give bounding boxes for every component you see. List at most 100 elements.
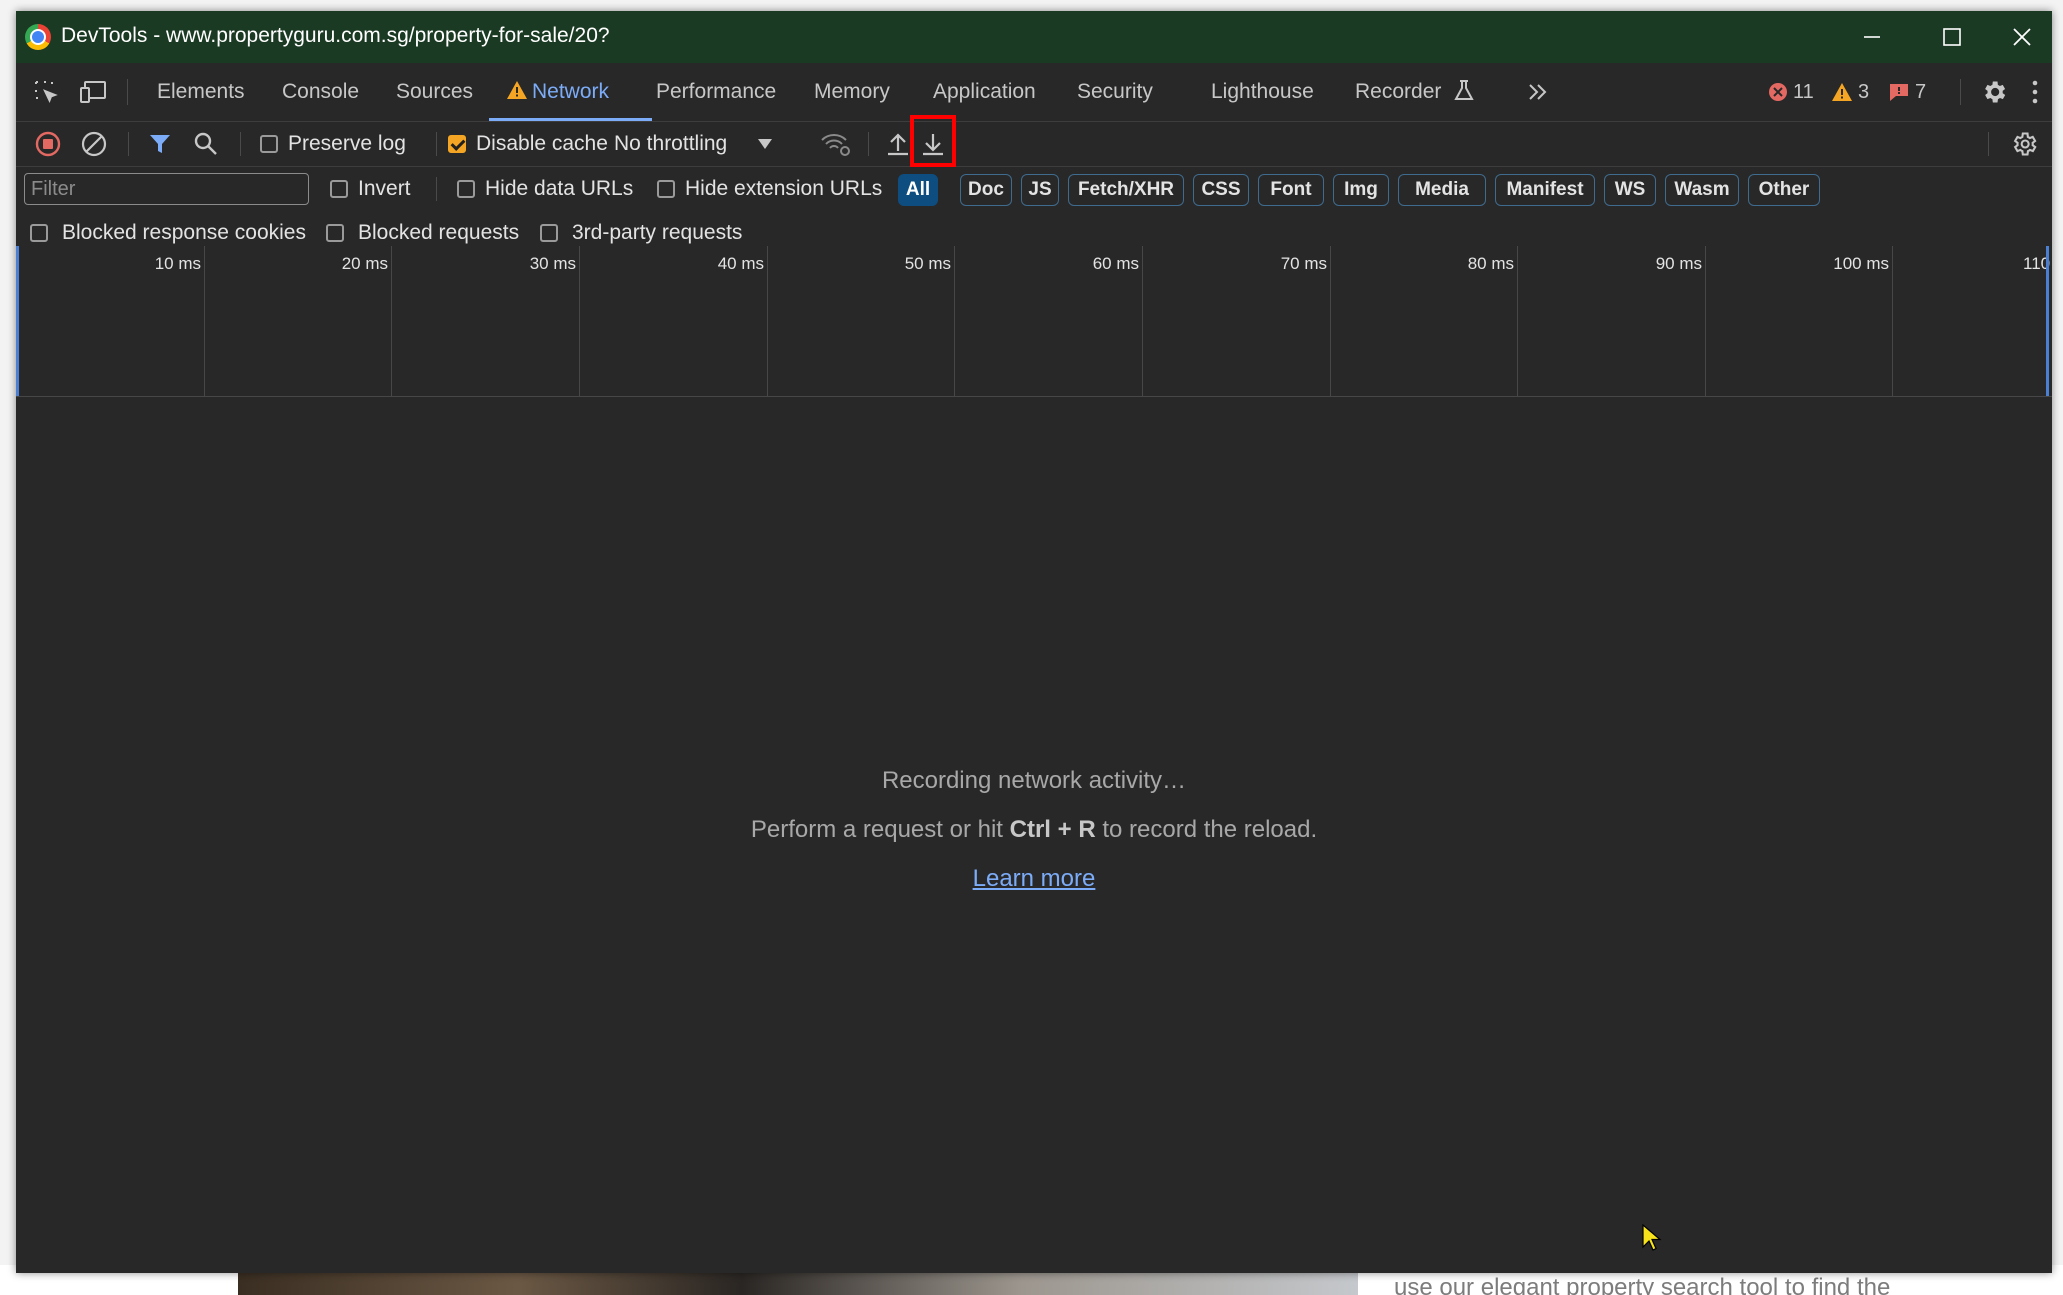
title-bar: DevTools - www.propertyguru.com.sg/prope… — [16, 11, 2052, 63]
settings-button[interactable] — [1972, 63, 2016, 121]
tick-label: 10 ms — [154, 254, 201, 273]
error-counter[interactable]: 11 — [1768, 63, 1814, 121]
timeline-tick: 100 ms — [1705, 246, 1893, 396]
type-filter-wasm[interactable]: Wasm — [1665, 174, 1739, 206]
tick-label: 50 ms — [904, 254, 951, 273]
timeline-tick: 30 ms — [391, 246, 580, 396]
highlight-box — [910, 115, 956, 167]
reload-shortcut: Ctrl + R — [1009, 816, 1096, 843]
disable-cache-checkbox[interactable] — [448, 135, 466, 153]
invert-toggle[interactable]: Invert — [330, 167, 411, 211]
gear-icon — [2013, 132, 2037, 156]
minimize-button[interactable] — [1832, 11, 1912, 63]
hide-data-urls-label: Hide data URLs — [485, 177, 634, 200]
issues-counter[interactable]: 7 — [1888, 63, 1926, 121]
reload-hint: Perform a request or hit Ctrl + R to rec… — [16, 816, 2052, 844]
blocked-requests-checkbox[interactable] — [326, 224, 344, 242]
tab-console[interactable]: Console — [282, 63, 359, 121]
double-chevron-right-icon — [1529, 84, 1547, 100]
hide-data-urls-checkbox[interactable] — [457, 180, 475, 198]
invert-checkbox[interactable] — [330, 180, 348, 198]
timeline-tick: 50 ms — [767, 246, 955, 396]
timeline-tick: 20 ms — [204, 246, 392, 396]
network-settings-button[interactable] — [2002, 122, 2046, 166]
device-toolbar-button[interactable] — [72, 63, 116, 121]
tab-recorder[interactable]: Recorder — [1355, 63, 1475, 121]
toolbar-separator — [1988, 132, 1989, 156]
tab-elements[interactable]: Elements — [157, 63, 245, 121]
type-filter-media[interactable]: Media — [1398, 174, 1486, 206]
tab-security[interactable]: Security — [1077, 63, 1153, 121]
hide-data-urls-toggle[interactable]: Hide data URLs — [457, 167, 633, 211]
type-filter-css[interactable]: CSS — [1193, 174, 1249, 206]
minimize-icon — [1864, 36, 1880, 38]
learn-more-link[interactable]: Learn more — [973, 865, 1096, 892]
type-filter-manifest[interactable]: Manifest — [1495, 174, 1595, 206]
more-tabs-button[interactable] — [1516, 63, 1560, 121]
hide-extension-urls-toggle[interactable]: Hide extension URLs — [657, 167, 882, 211]
more-options-button[interactable] — [2020, 63, 2050, 121]
type-filter-font[interactable]: Font — [1258, 174, 1324, 206]
tab-network[interactable]: Network — [506, 63, 609, 121]
type-filter-img[interactable]: Img — [1333, 174, 1389, 206]
tick-label: 40 ms — [717, 254, 764, 273]
preserve-log-toggle[interactable]: Preserve log — [260, 122, 406, 166]
tab-sources[interactable]: Sources — [396, 63, 473, 121]
timeline-right-handle[interactable] — [2046, 246, 2049, 396]
learn-more-row: Learn more — [16, 865, 2052, 893]
timeline-tick: 90 ms — [1517, 246, 1706, 396]
inspect-element-button[interactable] — [24, 63, 68, 121]
type-filter-js[interactable]: JS — [1021, 174, 1059, 206]
filter-toggle-button[interactable] — [140, 122, 180, 166]
devtools-window: DevTools - www.propertyguru.com.sg/prope… — [16, 11, 2052, 1273]
tab-lighthouse[interactable]: Lighthouse — [1211, 63, 1314, 121]
type-filter-all[interactable]: All — [898, 174, 938, 206]
close-icon — [2013, 28, 2031, 46]
filter-separator — [436, 177, 437, 201]
warning-count: 3 — [1858, 80, 1870, 103]
invert-label: Invert — [358, 177, 411, 200]
network-conditions-button[interactable] — [816, 122, 856, 166]
disable-cache-label: Disable cache — [476, 132, 608, 155]
search-icon — [194, 132, 217, 155]
recording-message: Recording network activity… — [881, 767, 1187, 794]
third-party-requests-checkbox[interactable] — [540, 224, 558, 242]
disable-cache-toggle[interactable]: Disable cache — [448, 122, 608, 166]
reload-hint-suffix: to record the reload. — [1095, 816, 1318, 843]
mouse-pointer-icon — [1642, 1223, 1662, 1251]
filter-input[interactable] — [24, 173, 309, 205]
inspect-cursor-icon — [35, 81, 58, 104]
tab-performance[interactable]: Performance — [656, 63, 776, 121]
hide-extension-urls-label: Hide extension URLs — [685, 177, 883, 200]
tick-label: 100 ms — [1833, 254, 1889, 273]
tab-application[interactable]: Application — [933, 63, 1036, 121]
type-filter-ws[interactable]: WS — [1604, 174, 1656, 206]
throttling-select[interactable]: No throttling — [614, 122, 773, 166]
warning-counter[interactable]: 3 — [1831, 63, 1869, 121]
counters-separator — [1960, 79, 1961, 105]
toolbar-separator — [128, 132, 129, 156]
panel-tabs-bar: Elements Console Sources Network Perform… — [16, 63, 2052, 122]
stop-recording-button[interactable] — [28, 122, 68, 166]
type-filter-other[interactable]: Other — [1748, 174, 1820, 206]
network-toolbar: Preserve log Disable cache No throttling — [16, 115, 2052, 167]
tick-label: 60 ms — [1092, 254, 1139, 273]
tab-memory[interactable]: Memory — [814, 63, 890, 121]
type-filter-doc[interactable]: Doc — [960, 174, 1012, 206]
flask-icon — [1454, 80, 1474, 100]
maximize-button[interactable] — [1912, 11, 1992, 63]
tick-label: 80 ms — [1467, 254, 1514, 273]
hide-extension-urls-checkbox[interactable] — [657, 180, 675, 198]
type-filter-fetch-xhr[interactable]: Fetch/XHR — [1068, 174, 1184, 206]
overview-timeline[interactable]: 10 ms 20 ms 30 ms 40 ms 50 ms 60 ms 70 m… — [16, 246, 2052, 397]
maximize-icon — [1943, 28, 1961, 46]
active-tab-indicator — [489, 118, 652, 121]
blocked-response-cookies-checkbox[interactable] — [30, 224, 48, 242]
clear-button[interactable] — [74, 122, 114, 166]
timeline-tick: 10 ms — [16, 246, 205, 396]
search-button[interactable] — [186, 122, 226, 166]
blocked-requests-label: Blocked requests — [358, 221, 520, 244]
preserve-log-checkbox[interactable] — [260, 135, 278, 153]
upload-icon — [888, 133, 908, 156]
close-window-button[interactable] — [1992, 11, 2052, 63]
